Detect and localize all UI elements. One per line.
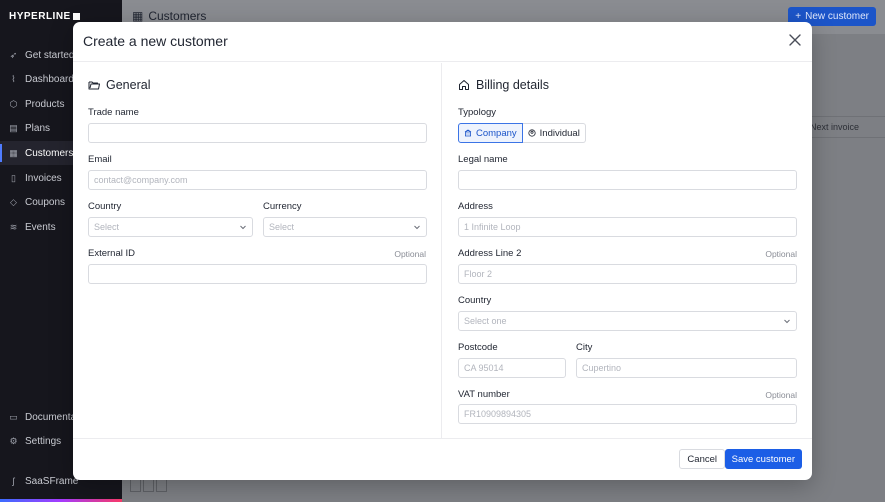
page-title: ▦ Customers: [132, 9, 207, 23]
pagination: [130, 479, 169, 492]
sidebar-item-label: Invoices: [25, 172, 62, 184]
rocket-icon: ➶: [9, 49, 18, 60]
company-name: SaaSFrame: [25, 475, 79, 487]
external-id-optional: Optional: [394, 249, 426, 259]
modal-footer: Cancel Save customer: [73, 438, 812, 480]
vat-number-input[interactable]: [458, 404, 797, 424]
general-section-title: General: [88, 78, 150, 92]
external-id-label: External ID: [88, 248, 135, 259]
typology-company-option[interactable]: Company: [458, 123, 523, 143]
page-button[interactable]: [156, 479, 167, 492]
billing-section-title: Billing details: [458, 78, 549, 92]
email-input[interactable]: [88, 170, 427, 190]
postcode-label: Postcode: [458, 342, 498, 353]
gear-icon: ⚙: [9, 435, 18, 446]
address-line-2-label: Address Line 2: [458, 248, 522, 259]
chart-icon: ⌇: [11, 73, 16, 84]
modal-header: Create a new customer: [73, 22, 812, 62]
sidebar-item-label: Events: [25, 221, 56, 233]
page-button[interactable]: [130, 479, 141, 492]
sidebar-item-label: Get started: [25, 49, 75, 61]
sidebar-item-label: Plans: [25, 122, 51, 134]
country-label: Country: [88, 201, 122, 212]
close-icon[interactable]: [788, 33, 802, 47]
postcode-input[interactable]: [458, 358, 566, 378]
sidebar-item-label: Coupons: [25, 196, 66, 208]
sidebar-item-label: Products: [25, 98, 65, 110]
logo: HYPERLINE: [9, 11, 80, 22]
sidebar-item-label: Dashboard: [25, 73, 74, 85]
external-id-input[interactable]: [88, 264, 427, 284]
chevron-down-icon: [784, 319, 790, 324]
tag-icon: ◇: [10, 196, 17, 207]
cancel-button[interactable]: Cancel: [679, 449, 725, 469]
file-icon: ▯: [11, 172, 16, 183]
plus-icon: +: [795, 11, 802, 22]
chevron-down-icon: [240, 225, 246, 230]
email-label: Email: [88, 154, 112, 165]
building-icon: [464, 129, 472, 137]
address-line-2-input[interactable]: [458, 264, 797, 284]
sidebar-item-label: Settings: [25, 435, 62, 447]
user-circle-icon: [528, 129, 536, 137]
vat-number-label: VAT number: [458, 389, 510, 400]
create-customer-modal: Create a new customer General Trade name…: [73, 22, 812, 480]
save-customer-button[interactable]: Save customer: [724, 449, 802, 469]
legal-name-label: Legal name: [458, 154, 508, 165]
city-label: City: [576, 342, 593, 353]
list-icon: ▤: [9, 122, 18, 133]
typology-label: Typology: [458, 107, 497, 118]
billing-section: Billing details Typology Company Individ…: [443, 63, 812, 438]
table-column-next-invoice: Next invoice: [810, 122, 860, 132]
address-input[interactable]: [458, 217, 797, 237]
typology-toggle: Company Individual: [458, 123, 586, 143]
users-icon: ▦: [9, 147, 18, 158]
trade-name-label: Trade name: [88, 107, 139, 118]
country-select[interactable]: Select: [88, 217, 253, 237]
users-icon: ▦: [132, 9, 144, 23]
general-section: General Trade name Email Country Select …: [73, 63, 442, 438]
vat-number-optional: Optional: [765, 390, 797, 400]
company-logo-icon: ʃ: [12, 475, 15, 486]
modal-title: Create a new customer: [83, 33, 228, 49]
billing-country-select[interactable]: Select one: [458, 311, 797, 331]
currency-label: Currency: [263, 201, 302, 212]
box-icon: ⬡: [9, 98, 18, 109]
layers-icon: ≋: [9, 221, 18, 232]
trade-name-input[interactable]: [88, 123, 427, 143]
billing-country-label: Country: [458, 295, 492, 306]
home-icon: [459, 80, 469, 90]
typology-individual-option[interactable]: Individual: [522, 123, 586, 143]
city-input[interactable]: [576, 358, 797, 378]
address-line-2-optional: Optional: [765, 249, 797, 259]
address-label: Address: [458, 201, 493, 212]
folder-icon: [88, 81, 100, 90]
page-button[interactable]: [143, 479, 154, 492]
currency-select[interactable]: Select: [263, 217, 427, 237]
logo-square-icon: [72, 13, 80, 20]
legal-name-input[interactable]: [458, 170, 797, 190]
chevron-down-icon: [414, 225, 420, 230]
sidebar-item-label: Customers: [25, 147, 74, 159]
book-icon: ▭: [9, 411, 18, 422]
